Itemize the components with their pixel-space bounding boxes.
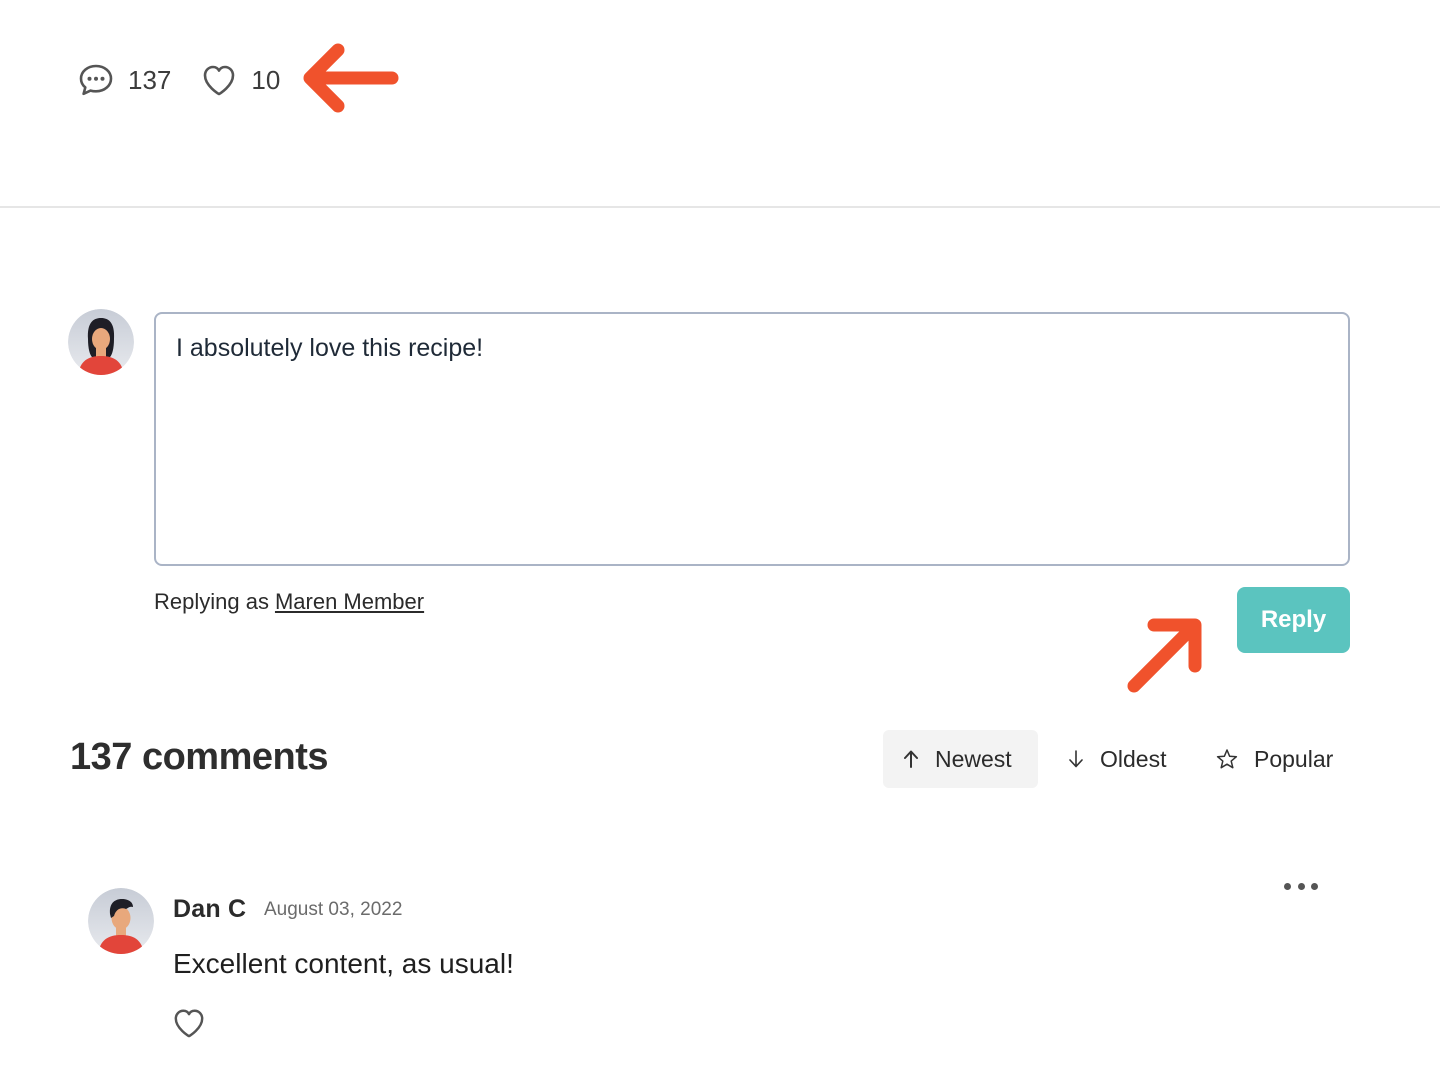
sort-popular-button[interactable]: Popular bbox=[1196, 730, 1353, 788]
comments-stat[interactable]: 137 bbox=[78, 62, 171, 98]
sort-popular-label: Popular bbox=[1254, 745, 1334, 772]
comments-count: 137 bbox=[128, 64, 172, 95]
sort-oldest-button[interactable]: Oldest bbox=[1048, 730, 1186, 788]
comment-more-options-icon[interactable] bbox=[1284, 876, 1318, 896]
comment-bubble-icon bbox=[79, 64, 113, 96]
star-icon bbox=[1216, 749, 1238, 769]
reply-button[interactable]: Reply bbox=[1237, 587, 1350, 653]
dot bbox=[1311, 882, 1318, 890]
dot bbox=[1284, 882, 1291, 890]
section-divider bbox=[0, 206, 1440, 208]
comment-author-name[interactable]: Dan C bbox=[173, 895, 246, 924]
comment-like-heart-icon[interactable] bbox=[172, 1007, 206, 1039]
replying-prefix: Replying as bbox=[154, 589, 269, 614]
replying-user-link[interactable]: Maren Member bbox=[275, 589, 424, 614]
comments-heading: 137 comments bbox=[70, 736, 329, 778]
arrow-down-icon bbox=[1069, 750, 1083, 768]
comment-date: August 03, 2022 bbox=[264, 899, 403, 920]
likes-count: 10 bbox=[251, 64, 281, 95]
arrow-up-icon bbox=[904, 750, 918, 768]
comment-text: Excellent content, as usual! bbox=[173, 948, 514, 979]
dot bbox=[1297, 882, 1305, 890]
annotation-arrow-left-icon bbox=[303, 43, 399, 113]
sort-oldest-label: Oldest bbox=[1100, 745, 1167, 772]
likes-stat[interactable]: 10 bbox=[201, 63, 280, 97]
replying-as-line: Replying as Maren Member bbox=[154, 589, 424, 615]
sort-newest-button[interactable]: Newest bbox=[883, 730, 1038, 788]
annotation-arrow-up-right-icon bbox=[1127, 618, 1202, 693]
comment-author-avatar bbox=[88, 888, 154, 954]
post-stats: 137 10 bbox=[78, 58, 310, 102]
heart-icon bbox=[204, 65, 235, 96]
sort-newest-label: Newest bbox=[935, 745, 1012, 772]
comment-input[interactable]: I absolutely love this recipe! bbox=[154, 312, 1350, 566]
current-user-avatar bbox=[68, 309, 134, 375]
